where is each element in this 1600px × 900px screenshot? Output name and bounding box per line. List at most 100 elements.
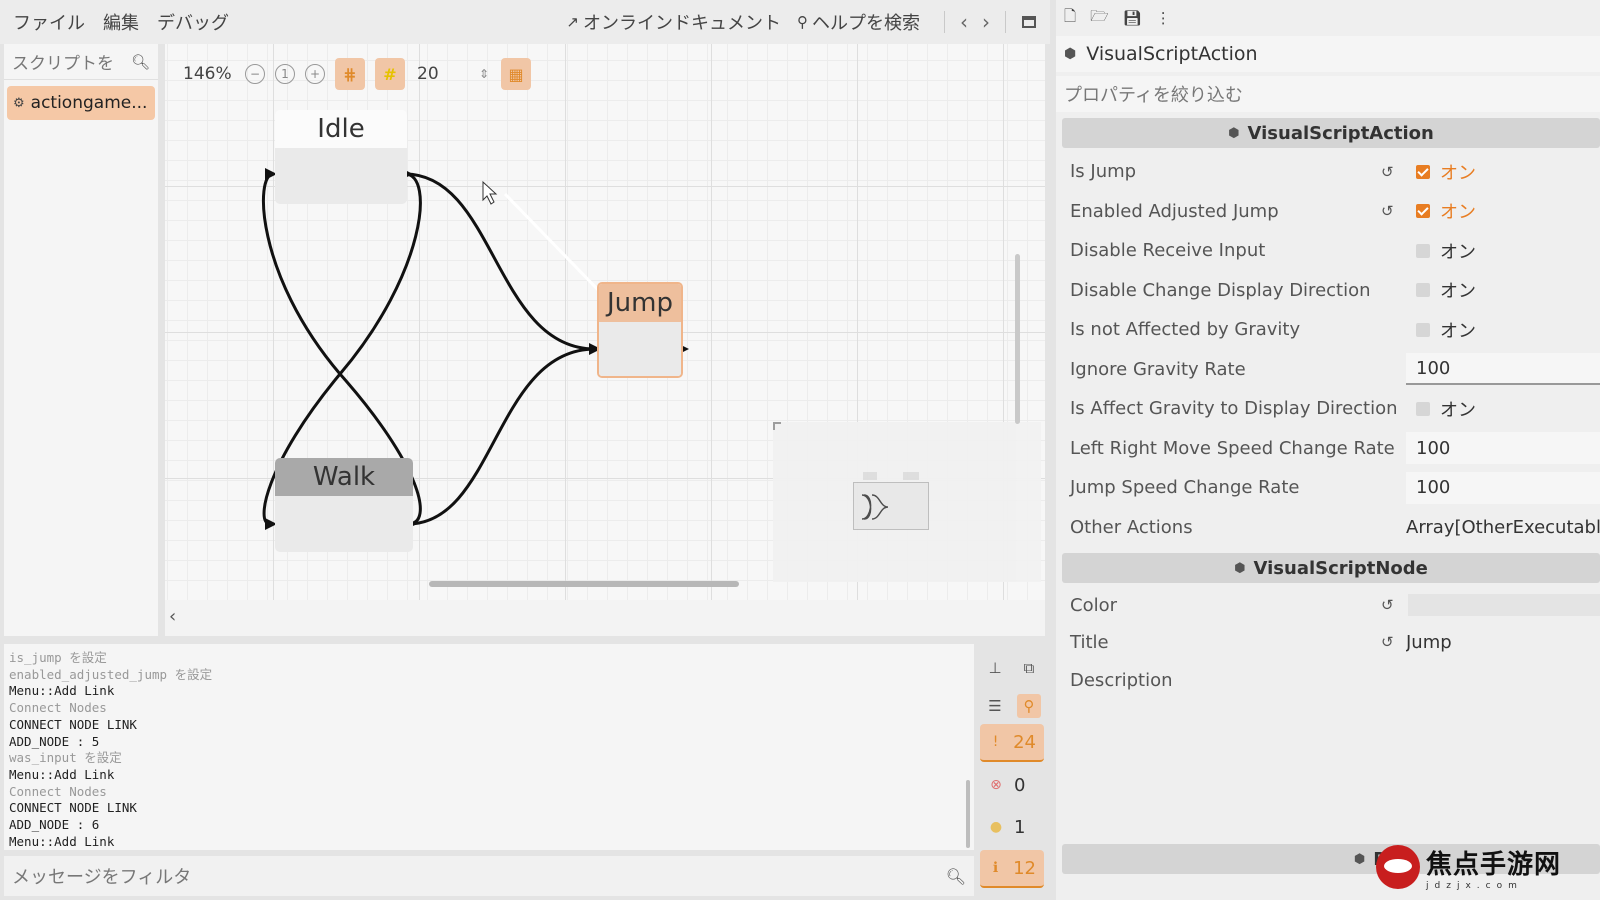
menu-edit[interactable]: 編集	[94, 9, 148, 35]
online-docs-link[interactable]: ↗ オンラインドキュメント	[566, 9, 781, 35]
node-body	[275, 496, 413, 552]
collapse-duplicates-icon[interactable]: ☰	[983, 694, 1007, 718]
menu-debug[interactable]: デバッグ	[148, 9, 238, 35]
minimap-resize-handle[interactable]	[773, 422, 781, 430]
script-list-item[interactable]: ⚙ actiongame...	[7, 86, 155, 120]
error-count-filter[interactable]: ⊗ 0	[980, 766, 1044, 804]
checkbox-icon	[1416, 243, 1430, 258]
prop-enabled-adjusted-jump: Enabled Adjusted Jump ↺ オン	[1056, 192, 1600, 232]
history-back-icon[interactable]: ‹	[960, 10, 968, 34]
online-docs-label: オンラインドキュメント	[583, 13, 781, 34]
help-search-button[interactable]: ⚲ ヘルプを検索	[797, 9, 920, 35]
prop-color: Color ↺	[1056, 587, 1600, 623]
disable-change-display-direction-checkbox[interactable]: オン	[1406, 274, 1600, 306]
script-filter-input[interactable]: スクリプトを	[12, 49, 131, 74]
output-log: is_jump を設定 enabled_adjusted_jump を設定 Me…	[4, 644, 974, 850]
warning-count-filter[interactable]: ● 1	[980, 808, 1044, 846]
revert-icon[interactable]: ↺	[1381, 596, 1394, 614]
jump-speed-rate-field[interactable]: 100	[1406, 471, 1600, 504]
script-filter[interactable]: スクリプトを 🔍︎	[4, 44, 158, 80]
grid-toggle-button[interactable]: #	[375, 58, 405, 90]
link-walk-jump[interactable]	[407, 347, 596, 526]
minimap-viewport[interactable]	[853, 482, 929, 530]
output-filter-input[interactable]: メッセージをフィルタ	[12, 863, 946, 889]
log-line: Connect Nodes	[9, 700, 107, 716]
message-count-filter[interactable]: ! 24	[980, 724, 1044, 762]
lr-move-speed-rate-field[interactable]: 100	[1406, 432, 1600, 465]
graph-minimap[interactable]	[773, 422, 1041, 582]
zoom-in-icon[interactable]: +	[305, 64, 325, 84]
ignore-gravity-rate-field[interactable]: 100	[1406, 353, 1600, 386]
affect-gravity-display-checkbox[interactable]: オン	[1406, 393, 1600, 425]
prop-description: Description	[1056, 661, 1600, 699]
color-picker-button[interactable]	[1408, 594, 1600, 616]
revert-icon[interactable]: ↺	[1381, 202, 1394, 220]
minimap-toggle-button[interactable]: ▦	[501, 58, 531, 90]
not-affected-by-gravity-checkbox[interactable]: オン	[1406, 314, 1600, 346]
log-line: was_input を設定	[9, 750, 122, 766]
external-link-icon: ↗	[566, 13, 579, 31]
spin-arrows-icon[interactable]: ⇕	[479, 67, 489, 81]
node-body	[275, 148, 407, 204]
error-icon: ⊗	[990, 777, 1002, 793]
log-line: is_jump を設定	[9, 650, 107, 665]
prop-label: Description	[1070, 669, 1173, 691]
minimap-node	[903, 472, 919, 480]
save-icon[interactable]: 💾︎	[1123, 9, 1142, 27]
collapse-panel-icon[interactable]: ‹	[169, 606, 176, 627]
snap-step-spinbox[interactable]: 20 ⇕	[415, 59, 491, 89]
log-line: Connect Nodes	[9, 783, 107, 799]
history-forward-icon[interactable]: ›	[982, 10, 990, 34]
output-scrollbar[interactable]	[966, 780, 970, 848]
zoom-level[interactable]: 146%	[183, 64, 235, 84]
snap-toggle-button[interactable]: ⋕	[335, 58, 365, 90]
checkbox-label: オン	[1440, 281, 1476, 303]
info-count-filter[interactable]: ℹ 12	[980, 850, 1044, 888]
other-actions-array[interactable]: Array[OtherExecutable	[1406, 511, 1600, 543]
distraction-free-icon[interactable]	[1022, 16, 1036, 28]
property-filter-input[interactable]: プロパティを絞り込む	[1056, 76, 1600, 112]
prop-label: Disable Receive Input	[1070, 240, 1266, 262]
menu-file[interactable]: ファイル	[4, 9, 94, 35]
checkbox-label: オン	[1440, 399, 1476, 421]
watermark-text: 焦点手游网	[1426, 849, 1562, 880]
graph-node-walk[interactable]: Walk	[275, 458, 413, 552]
vertical-scrollbar[interactable]	[1015, 254, 1020, 424]
enabled-adjusted-jump-checkbox[interactable]: オン	[1406, 195, 1600, 227]
revert-icon[interactable]: ↺	[1381, 163, 1394, 181]
section-visualscriptnode[interactable]: ⬢ VisualScriptNode	[1062, 553, 1600, 583]
search-toggle-icon[interactable]: ⚲	[1017, 694, 1041, 718]
graph-node-idle[interactable]: Idle	[275, 110, 407, 204]
zoom-reset-icon[interactable]: 1	[275, 64, 295, 84]
output-filter[interactable]: メッセージをフィルタ 🔍︎	[4, 856, 974, 896]
mouse-cursor-icon	[482, 180, 498, 205]
checkbox-icon	[1416, 283, 1430, 298]
inspector-panel: 🗋 🗁 💾︎ ⋮ ⬢ VisualScriptAction プロパティを絞り込む…	[1056, 0, 1600, 900]
copy-icon[interactable]: ⧉	[1017, 656, 1041, 680]
log-line: ADD_NODE : 6	[9, 817, 100, 833]
inspected-object[interactable]: ⬢ VisualScriptAction	[1056, 36, 1600, 72]
visual-script-graph[interactable]: Idle Walk Jump 146% − 1 + ⋕ # 20 ⇕ ▦	[165, 44, 1045, 600]
message-icon: !	[992, 734, 999, 750]
zoom-out-icon[interactable]: −	[245, 64, 265, 84]
log-line: Menu::Add Link	[9, 683, 115, 699]
clear-log-icon[interactable]: ⊥	[983, 656, 1007, 680]
is-jump-checkbox[interactable]: オン	[1406, 156, 1600, 188]
new-resource-icon[interactable]: 🗋	[1064, 6, 1076, 31]
disable-receive-input-checkbox[interactable]: オン	[1406, 235, 1600, 267]
title-field[interactable]: Jump	[1406, 626, 1600, 658]
horizontal-scrollbar[interactable]	[429, 581, 739, 587]
graph-footer: ‹	[165, 600, 1045, 636]
prop-label: Color	[1070, 594, 1117, 616]
prop-jump-speed-rate: Jump Speed Change Rate 100	[1056, 468, 1600, 508]
site-watermark: 焦点手游网 jdzjx.com	[1376, 834, 1600, 900]
checkbox-icon	[1416, 401, 1430, 416]
help-search-icon: ⚲	[797, 13, 808, 31]
graph-node-jump[interactable]: Jump	[597, 282, 683, 378]
more-options-icon[interactable]: ⋮	[1156, 9, 1171, 27]
open-folder-icon[interactable]: 🗁	[1090, 6, 1109, 31]
section-visualscriptaction[interactable]: ⬢ VisualScriptAction	[1062, 118, 1600, 148]
revert-icon[interactable]: ↺	[1381, 633, 1394, 651]
link-idle-jump[interactable]	[404, 172, 596, 351]
minimap-node	[863, 472, 877, 480]
